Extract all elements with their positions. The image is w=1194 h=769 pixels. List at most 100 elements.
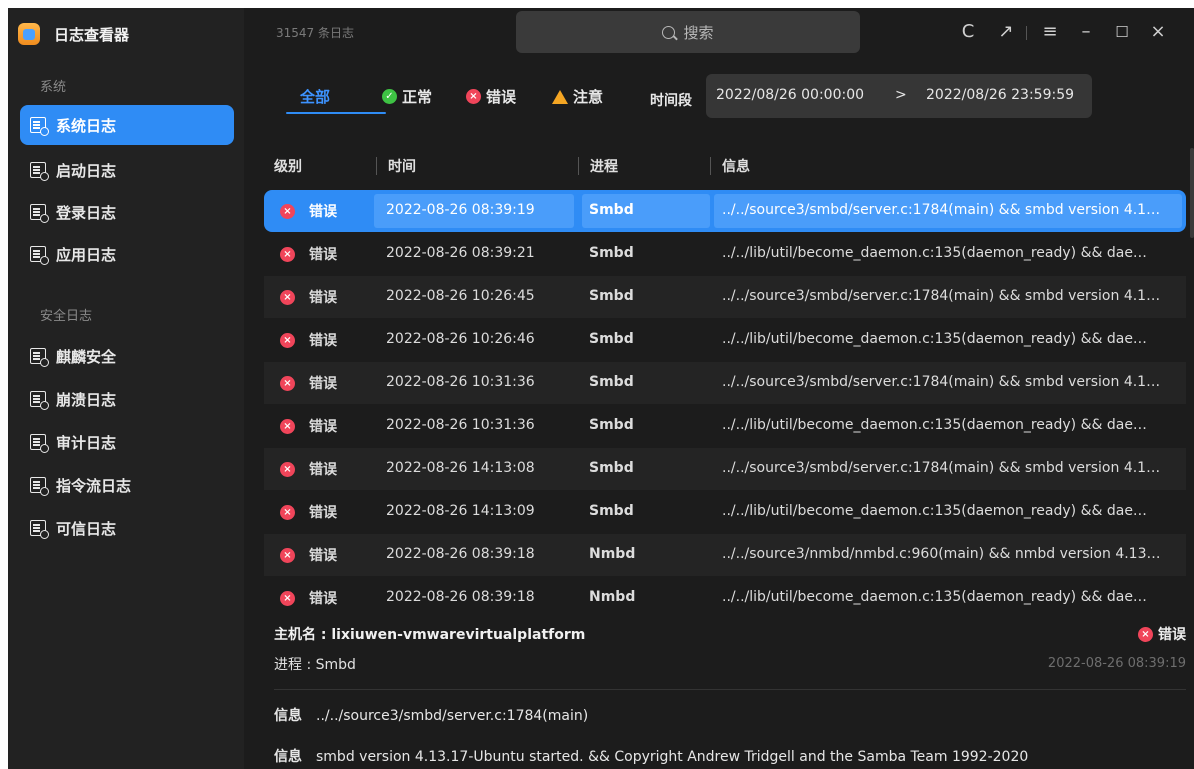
detail-process: 进程 : Smbd: [274, 657, 356, 673]
sidebar-item-label: 系统日志: [56, 116, 117, 135]
table-row[interactable]: × 错误 2022-08-26 08:39:21 Smbd ../../lib/u…: [264, 233, 1186, 275]
log-viewer-window: 日志查看器 系统 系统日志 启动日志 登录日志 应用日志 安全日志 麒麟安全 崩…: [8, 8, 1194, 769]
app-title: 日志查看器: [54, 25, 130, 44]
tab-label: 错误: [486, 88, 517, 106]
level-text: 错误: [309, 204, 337, 220]
search-input[interactable]: 搜索: [516, 11, 860, 53]
sidebar-item-audit-log[interactable]: 审计日志: [20, 422, 234, 462]
process-cell: Smbd: [589, 460, 634, 476]
time-cell: 2022-08-26 10:31:36: [386, 417, 535, 433]
table-row[interactable]: × 错误 2022-08-26 08:39:19 Smbd ../../sourc…: [264, 190, 1186, 232]
sidebar-item-command-log[interactable]: 指令流日志: [20, 465, 234, 505]
level-text: 错误: [309, 548, 337, 564]
titlebar-divider: [1026, 26, 1027, 40]
level-text: 错误: [309, 247, 337, 263]
app-logo-icon: [18, 23, 40, 45]
sidebar-item-boot-log[interactable]: 启动日志: [20, 150, 234, 190]
process-cell: Smbd: [589, 374, 634, 390]
info-cell: ../../source3/smbd/server.c:1784(main) &…: [722, 202, 1161, 218]
error-icon: ×: [280, 547, 295, 563]
sidebar-item-system-log[interactable]: 系统日志: [20, 105, 234, 145]
sidebar-item-trusted-log[interactable]: 可信日志: [20, 508, 234, 548]
refresh-icon[interactable]: C: [958, 22, 978, 42]
range-arrow-icon: >: [895, 87, 907, 103]
export-icon[interactable]: ↗: [996, 22, 1016, 42]
table-row[interactable]: × 错误 2022-08-26 14:13:09 Smbd ../../lib/u…: [264, 491, 1186, 533]
date-range-picker[interactable]: 2022/08/26 00:00:00 > 2022/08/26 23:59:5…: [706, 74, 1092, 118]
titlebar: 31547 条日志 搜索 C ↗ ≡ – ☐ ×: [244, 8, 1194, 62]
level-cell: × 错误: [280, 244, 337, 264]
sidebar-item-crash-log[interactable]: 崩溃日志: [20, 379, 234, 419]
table-row[interactable]: × 错误 2022-08-26 08:39:18 Nmbd ../../sourc…: [264, 534, 1186, 576]
info-cell: ../../source3/smbd/server.c:1784(main) &…: [722, 288, 1161, 304]
detail-divider: [274, 689, 1186, 690]
sidebar-item-label: 应用日志: [56, 245, 117, 264]
error-icon: ×: [280, 590, 295, 606]
error-icon: ×: [280, 289, 295, 305]
info-cell: ../../source3/smbd/server.c:1784(main) &…: [722, 374, 1161, 390]
level-text: 错误: [309, 591, 337, 607]
table-row[interactable]: × 错误 2022-08-26 10:26:46 Smbd ../../lib/u…: [264, 319, 1186, 361]
detail-info-line: 信息 smbd version 4.13.17-Ubuntu started. &…: [274, 746, 1028, 766]
detail-time: 2022-08-26 08:39:19: [1047, 656, 1186, 671]
level-cell: × 错误: [280, 545, 337, 565]
table-scrollbar[interactable]: [1190, 148, 1194, 238]
time-cell: 2022-08-26 14:13:08: [386, 460, 535, 476]
level-cell: × 错误: [280, 502, 337, 522]
table-row[interactable]: × 错误 2022-08-26 10:26:45 Smbd ../../sourc…: [264, 276, 1186, 318]
table-header: 级别 时间 进程 信息: [264, 150, 1186, 180]
tab-label: 注意: [573, 88, 604, 106]
active-tab-indicator: [286, 112, 386, 114]
error-icon: ×: [1138, 626, 1153, 642]
maximize-icon[interactable]: ☐: [1112, 22, 1132, 42]
info-cell: ../../lib/util/become_daemon.c:135(daemo…: [722, 417, 1147, 433]
table-row[interactable]: × 错误 2022-08-26 10:31:36 Smbd ../../lib/u…: [264, 405, 1186, 447]
header-process[interactable]: 进程: [590, 156, 618, 176]
time-cell: 2022-08-26 08:39:18: [386, 589, 535, 605]
log-count: 31547 条日志: [276, 26, 354, 40]
level-cell: × 错误: [280, 416, 337, 436]
tab-error[interactable]: × 错误: [466, 86, 516, 107]
level-cell: × 错误: [280, 373, 337, 393]
level-text: 错误: [309, 290, 337, 306]
header-time[interactable]: 时间: [388, 156, 416, 176]
level-cell: × 错误: [280, 201, 337, 221]
minimize-icon[interactable]: –: [1076, 22, 1096, 42]
sidebar-item-label: 启动日志: [56, 161, 117, 180]
time-cell: 2022-08-26 08:39:18: [386, 546, 535, 562]
sidebar-item-kylin-security[interactable]: 麒麟安全: [20, 336, 234, 376]
sidebar-item-app-log[interactable]: 应用日志: [20, 234, 234, 274]
header-info[interactable]: 信息: [722, 156, 750, 176]
level-text: 错误: [309, 462, 337, 478]
table-row[interactable]: × 错误 2022-08-26 10:31:36 Smbd ../../sourc…: [264, 362, 1186, 404]
tab-warning[interactable]: 注意: [552, 86, 603, 107]
detail-level: × 错误: [1138, 624, 1186, 644]
sidebar-item-login-log[interactable]: 登录日志: [20, 192, 234, 232]
tab-normal[interactable]: ✓ 正常: [382, 86, 432, 107]
level-text: 错误: [309, 419, 337, 435]
close-icon[interactable]: ×: [1148, 22, 1168, 42]
host-name: 主机名 : lixiuwen-vmwarevirtualplatform: [274, 627, 586, 643]
menu-icon[interactable]: ≡: [1040, 22, 1060, 42]
log-file-icon: [30, 348, 49, 367]
detail-level-text: 错误: [1158, 627, 1186, 643]
time-cell: 2022-08-26 10:26:46: [386, 331, 535, 347]
log-file-icon: [30, 520, 49, 539]
sidebar: 日志查看器 系统 系统日志 启动日志 登录日志 应用日志 安全日志 麒麟安全 崩…: [8, 8, 244, 769]
time-cell: 2022-08-26 10:31:36: [386, 374, 535, 390]
level-cell: × 错误: [280, 287, 337, 307]
error-icon: ×: [466, 89, 481, 104]
level-cell: × 错误: [280, 459, 337, 479]
table-row[interactable]: × 错误 2022-08-26 14:13:08 Smbd ../../sourc…: [264, 448, 1186, 490]
app-header: 日志查看器: [18, 20, 129, 48]
info-key: 信息: [274, 708, 302, 724]
tab-all[interactable]: 全部: [300, 86, 330, 107]
error-icon: ×: [280, 375, 295, 391]
start-date[interactable]: 2022/08/26 00:00:00: [716, 87, 864, 103]
level-cell: × 错误: [280, 330, 337, 350]
table-row[interactable]: × 错误 2022-08-26 08:39:18 Nmbd ../../lib/u…: [264, 577, 1186, 619]
end-date[interactable]: 2022/08/26 23:59:59: [926, 87, 1074, 103]
header-level[interactable]: 级别: [274, 156, 302, 176]
info-key: 信息: [274, 749, 302, 765]
column-divider: [376, 157, 377, 175]
